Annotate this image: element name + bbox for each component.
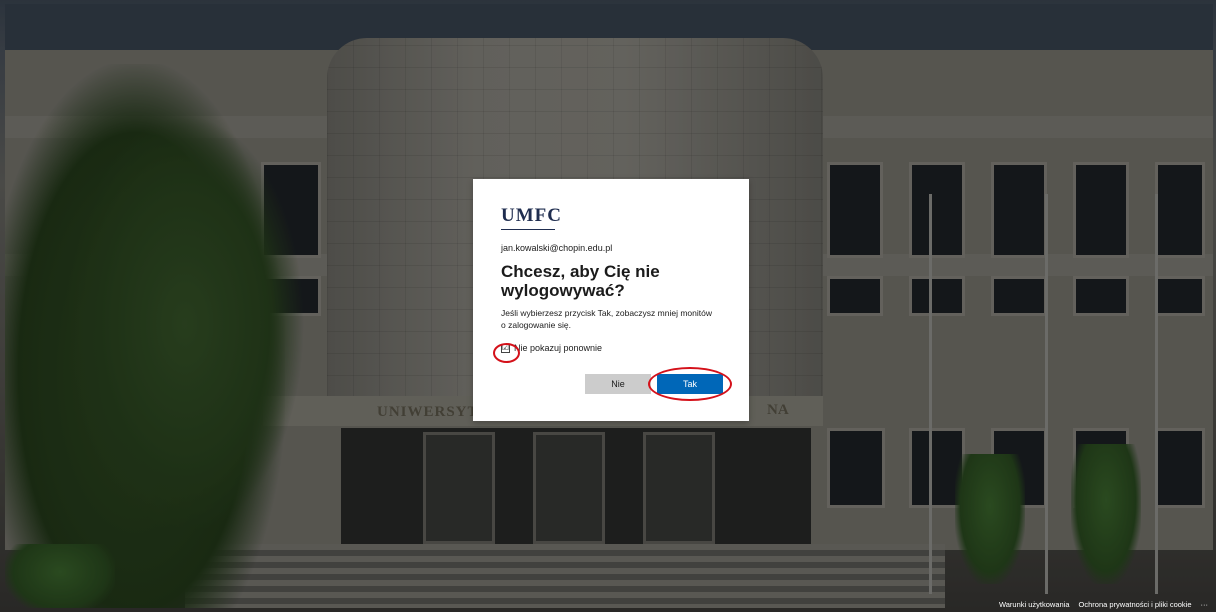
terms-of-use-link[interactable]: Warunki użytkowania xyxy=(999,600,1070,609)
account-identity: jan.kowalski@chopin.edu.pl xyxy=(501,243,613,253)
dialog-description: Jeśli wybierzesz przycisk Tak, zobaczysz… xyxy=(501,308,712,330)
no-button[interactable]: Nie xyxy=(585,374,651,394)
logo-underline xyxy=(501,229,555,230)
dont-show-again-label: Nie pokazuj ponownie xyxy=(514,343,603,353)
yes-button-highlight-circle xyxy=(648,367,732,401)
organization-logo: UMFC xyxy=(501,205,562,226)
dont-show-again-option[interactable]: ☑ Nie pokazuj ponownie xyxy=(501,343,721,353)
dialog-title: Chcesz, aby Cię nie wylogowywać? xyxy=(501,262,660,300)
checkbox-highlight-circle xyxy=(493,343,520,363)
footer-links: Warunki użytkowania Ochrona prywatności … xyxy=(999,600,1208,609)
privacy-cookies-link[interactable]: Ochrona prywatności i pliki cookie xyxy=(1079,600,1192,609)
more-options-icon[interactable]: ··· xyxy=(1201,600,1209,609)
